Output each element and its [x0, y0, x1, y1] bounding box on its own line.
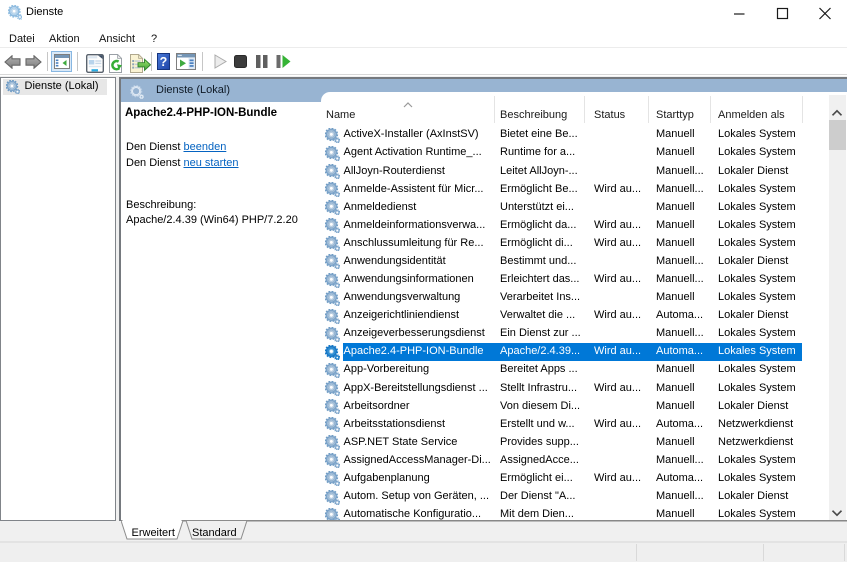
svg-text:Standard: Standard	[192, 527, 237, 539]
svg-text:Erweitert: Erweitert	[132, 527, 175, 539]
